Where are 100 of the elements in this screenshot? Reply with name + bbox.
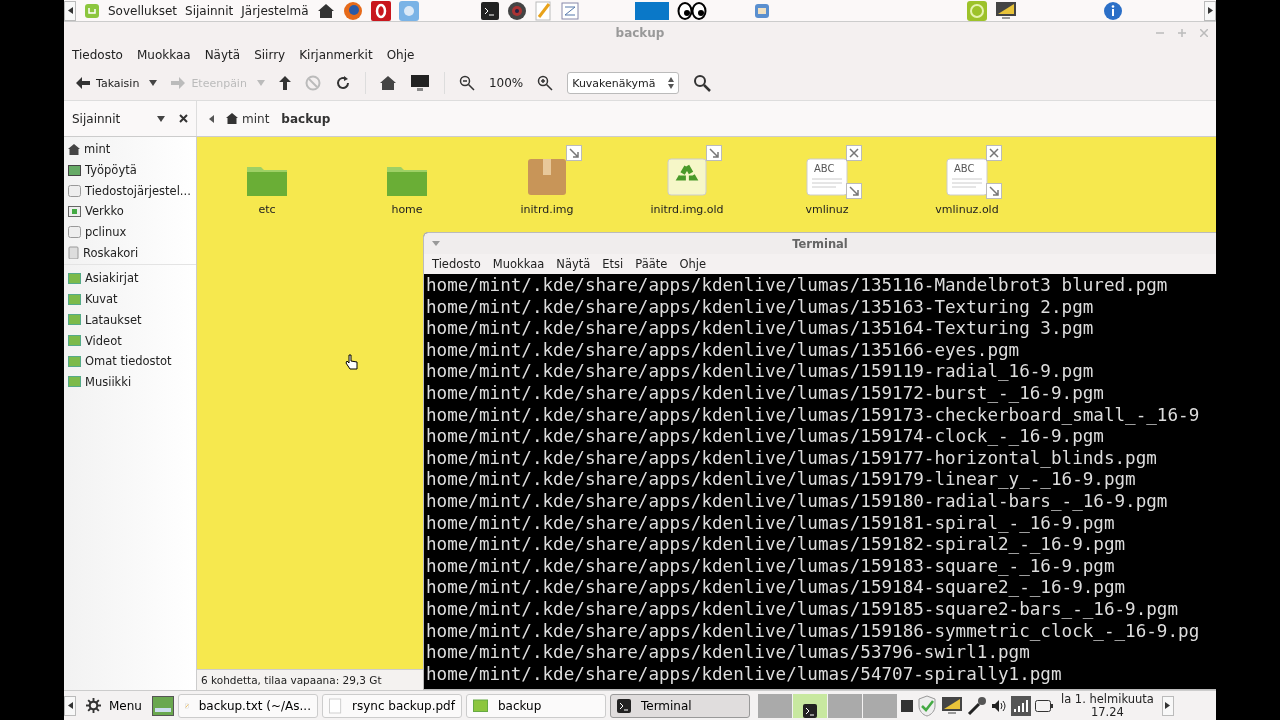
folder-icon: [68, 293, 81, 305]
back-button[interactable]: Takaisin: [76, 76, 140, 90]
zoom-out-icon[interactable]: [458, 75, 475, 91]
stop-square-icon[interactable]: [900, 699, 913, 712]
opera-icon[interactable]: [370, 0, 391, 21]
sidebar-item[interactable]: Lataukset: [64, 309, 196, 331]
breadcrumb-item[interactable]: backup: [281, 111, 331, 126]
status-text: 6 kohdetta, tilaa vapaana: 29,3 Gt: [201, 674, 382, 686]
monitor-icon[interactable]: [940, 695, 963, 716]
folder-icon: [68, 335, 81, 347]
search-icon[interactable]: [693, 74, 712, 92]
sidebar-item[interactable]: pclinux: [64, 221, 196, 243]
menu-button[interactable]: Menu: [80, 698, 148, 713]
terminal-line: home/mint/.kde/share/apps/kdenlive/lumas/159179-linear_y_-_16-9.pgm: [426, 469, 1136, 491]
file-item[interactable]: ABC vmlinuz: [757, 149, 897, 216]
breadcrumb-item[interactable]: mint: [226, 111, 270, 126]
panel-menu[interactable]: Sijainnit: [185, 3, 234, 18]
left-triangle-icon: [67, 7, 73, 14]
scroll-right-button[interactable]: [1161, 695, 1174, 716]
file-item[interactable]: ABC vmlinuz.old: [897, 149, 1037, 216]
left-triangle-icon[interactable]: [209, 114, 214, 123]
monitor-icon[interactable]: [994, 0, 1017, 21]
sidebar-item[interactable]: Verkko: [64, 201, 196, 222]
info-icon[interactable]: [1102, 0, 1123, 21]
sidebar-item[interactable]: Tiedostojärjestel...: [64, 180, 196, 202]
menu-item[interactable]: Tiedosto: [72, 48, 123, 62]
file-item[interactable]: initrd.img: [477, 149, 617, 216]
network-icon: [68, 205, 81, 217]
show-desktop-icon[interactable]: [151, 695, 174, 716]
sidebar-item[interactable]: Asiakirjat: [64, 268, 196, 289]
taskbar-button[interactable]: rsync backup.pdf: [321, 693, 462, 718]
terminal-line: home/mint/.kde/share/apps/kdenlive/lumas/159185-square2-bars_-_16-9.pgm: [426, 598, 1179, 621]
scroll-right-button[interactable]: [1204, 0, 1216, 21]
terminal-line: home/mint/.kde/share/apps/kdenlive/lumas/159174-clock_-_16-9.pgm: [426, 426, 1104, 448]
sidebar-item[interactable]: Työpöytä: [64, 159, 196, 181]
menu-item[interactable]: Ohje: [386, 48, 415, 62]
eyes-icon[interactable]: [676, 1, 707, 20]
terminal-line: home/mint/.kde/share/apps/kdenlive/lumas/159180-radial-bars_-_16-9.pgm: [426, 490, 1168, 513]
terminal-line: home/mint/.kde/share/apps/kdenlive/lumas/159181-spiral_-_16-9.pgm: [426, 512, 1115, 535]
terminal-line: home/mint/.kde/share/apps/kdenlive/lumas/159172-burst_-_16-9.pgm: [426, 382, 1104, 405]
folder-icon: [472, 699, 488, 712]
menu-item[interactable]: Näytä: [556, 257, 591, 271]
menu-item[interactable]: Muokkaa: [492, 257, 545, 271]
dropdown-icon[interactable]: [149, 80, 158, 86]
back-arrow-icon: [76, 77, 90, 89]
scroll-left-button[interactable]: [64, 695, 76, 716]
spinner-arrows-icon: [668, 77, 675, 89]
microphone-icon[interactable]: [966, 695, 987, 716]
sidebar-item[interactable]: mint: [64, 139, 196, 160]
volume-icon[interactable]: [990, 698, 1007, 713]
home-icon[interactable]: [316, 2, 335, 19]
sidebar-item[interactable]: Musiikki: [64, 371, 196, 393]
diagram-icon[interactable]: [560, 1, 579, 20]
terminal-icon[interactable]: [480, 1, 499, 20]
menu-item[interactable]: Pääte: [635, 257, 668, 271]
close-icon[interactable]: [179, 114, 188, 123]
menu-item[interactable]: Kirjanmerkit: [299, 48, 373, 62]
dropdown-icon[interactable]: [157, 115, 165, 122]
mail-client-icon[interactable]: [752, 1, 771, 20]
terminal-line: home/mint/.kde/share/apps/kdenlive/lumas/135116-Mandelbrot3 blured.pgm: [426, 275, 1168, 297]
file-item[interactable]: initrd.img.old: [617, 149, 757, 216]
terminal-line: home/mint/.kde/share/apps/kdenlive/lumas/159119-radial_16-9.pgm: [426, 361, 1094, 383]
panel-menu[interactable]: Sovellukset: [108, 3, 177, 18]
shield-check-icon[interactable]: [916, 694, 937, 717]
monitor-icon[interactable]: [409, 74, 430, 92]
view-mode-select[interactable]: Kuvakenäkymä: [567, 72, 680, 94]
sidebar-title: Sijainnit: [72, 111, 122, 126]
menu-item[interactable]: Näytä: [204, 48, 241, 62]
reload-icon[interactable]: [334, 75, 351, 91]
zoom-in-icon[interactable]: [537, 75, 554, 91]
sidebar-item[interactable]: Roskakori: [64, 242, 196, 264]
menu-item[interactable]: Muokkaa: [136, 48, 191, 62]
desktop-icon: [68, 164, 81, 176]
file-item[interactable]: home: [337, 149, 477, 216]
window-preview-icon[interactable]: [634, 1, 669, 20]
taskbar-button[interactable]: Terminal: [609, 693, 750, 718]
terminal-line: home/mint/.kde/share/apps/kdenlive/lumas/159177-horizontal_blinds.pgm: [426, 447, 1157, 470]
home-icon[interactable]: [379, 76, 396, 90]
browser-globe-icon[interactable]: [342, 0, 363, 21]
taskbar-button[interactable]: backup.txt (~/As...: [177, 693, 318, 718]
drive-icon: [68, 184, 81, 197]
menu-item[interactable]: Siirry: [254, 48, 286, 62]
panel-menu[interactable]: Järjestelmä: [241, 3, 309, 18]
camera-lens-icon[interactable]: [506, 0, 527, 21]
up-arrow-icon[interactable]: [278, 76, 291, 90]
terminal-line: home/mint/.kde/share/apps/kdenlive/lumas/159186-symmetric_clock_-_16-9.pg: [426, 620, 1200, 643]
sidebar-item[interactable]: Omat tiedostot: [64, 350, 196, 372]
terminal-icon: [616, 698, 631, 713]
taskbar-button[interactable]: backup: [465, 693, 606, 718]
sidebar-item[interactable]: Videot: [64, 330, 196, 351]
menu-item[interactable]: Ohje: [679, 257, 706, 271]
menu-item[interactable]: Tiedosto: [432, 257, 481, 271]
workspace-switcher[interactable]: [757, 693, 897, 718]
scroll-left-button[interactable]: [64, 0, 76, 21]
signal-bars-icon[interactable]: [1010, 695, 1031, 716]
file-item[interactable]: etc: [197, 149, 337, 216]
clock[interactable]: la 1. helmikuuta 17.24: [1056, 692, 1158, 719]
menu-item[interactable]: Etsi: [602, 257, 624, 271]
sidebar-item[interactable]: Kuvat: [64, 288, 196, 310]
battery-icon[interactable]: [1034, 699, 1053, 712]
